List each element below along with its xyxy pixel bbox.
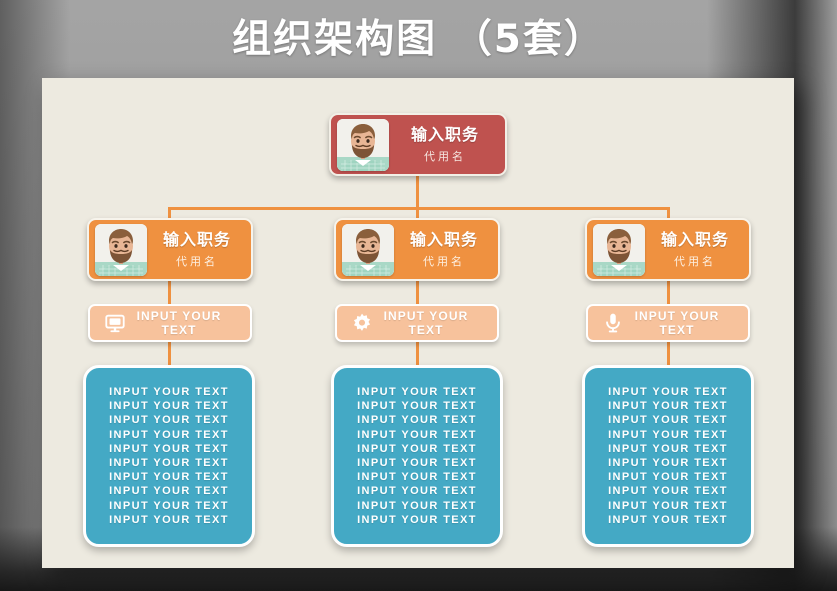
icon-bar-2-label: INPUT YOUR TEXT: [383, 309, 469, 337]
text-line: INPUT YOUR TEXT: [357, 471, 477, 484]
text-line: INPUT YOUR TEXT: [109, 485, 229, 498]
connector-col3-to-bar: [667, 281, 670, 306]
text-line: INPUT YOUR TEXT: [357, 485, 477, 498]
avatar: [342, 223, 394, 276]
icon-bar-3[interactable]: INPUT YOUR TEXT: [586, 304, 750, 342]
org-node-level2-1[interactable]: 输入职务 代用名: [87, 218, 253, 281]
connector-col1-to-bar: [168, 281, 171, 306]
org-node-root-title: 输入职务: [410, 125, 479, 144]
org-node-level2-2-title: 输入职务: [409, 230, 478, 249]
icon-bar-3-label: INPUT YOUR TEXT: [634, 309, 720, 337]
org-node-level2-3-title: 输入职务: [660, 230, 729, 249]
text-line: INPUT YOUR TEXT: [608, 385, 728, 398]
text-line: INPUT YOUR TEXT: [109, 513, 229, 526]
text-line: INPUT YOUR TEXT: [608, 457, 728, 469]
text-line: INPUT YOUR TEXT: [608, 400, 728, 413]
org-node-level2-2[interactable]: 输入职务 代用名: [334, 218, 500, 281]
connector-root-down: [416, 176, 419, 210]
org-node-level2-1-text: 输入职务 代用名: [147, 230, 251, 269]
org-chart-panel: 输入职务 代用名 输入职务 代用名 输入职务 代用名 输入职务 代用名 INPU…: [42, 78, 794, 568]
connector-col2-to-bar: [416, 281, 419, 306]
text-line: INPUT YOUR TEXT: [608, 485, 728, 498]
connector-bar2-to-block: [416, 342, 419, 365]
connector-bar1-to-block: [168, 342, 171, 365]
text-line: INPUT YOUR TEXT: [109, 499, 229, 512]
avatar: [337, 118, 389, 171]
org-node-level2-1-subtitle: 代用名: [176, 255, 218, 268]
org-node-level2-3-subtitle: 代用名: [674, 255, 716, 268]
text-line: INPUT YOUR TEXT: [357, 457, 477, 469]
text-line: INPUT YOUR TEXT: [357, 414, 477, 427]
avatar: [593, 223, 645, 276]
avatar: [95, 223, 147, 276]
connector-horizontal-bus: [168, 207, 670, 210]
text-line: INPUT YOUR TEXT: [109, 471, 229, 484]
text-line: INPUT YOUR TEXT: [109, 457, 229, 469]
text-line: INPUT YOUR TEXT: [357, 442, 477, 455]
text-block-1[interactable]: INPUT YOUR TEXT INPUT YOUR TEXT INPUT YO…: [83, 365, 255, 547]
icon-bar-1[interactable]: INPUT YOUR TEXT: [88, 304, 252, 342]
page-title: 组织架构图 （5套）: [232, 17, 605, 62]
text-line: INPUT YOUR TEXT: [109, 385, 229, 398]
org-node-level2-2-text: 输入职务 代用名: [394, 230, 498, 269]
text-line: INPUT YOUR TEXT: [608, 471, 728, 484]
text-line: INPUT YOUR TEXT: [109, 400, 229, 413]
text-line: INPUT YOUR TEXT: [608, 442, 728, 455]
org-node-level2-1-title: 输入职务: [162, 230, 231, 249]
org-node-root[interactable]: 输入职务 代用名: [329, 113, 507, 176]
text-line: INPUT YOUR TEXT: [608, 499, 728, 512]
text-block-2[interactable]: INPUT YOUR TEXT INPUT YOUR TEXT INPUT YO…: [331, 365, 503, 547]
text-line: INPUT YOUR TEXT: [109, 442, 229, 455]
gear-icon: [351, 312, 373, 334]
org-node-level2-2-subtitle: 代用名: [423, 255, 465, 268]
text-line: INPUT YOUR TEXT: [357, 385, 477, 398]
text-line: INPUT YOUR TEXT: [357, 400, 477, 413]
text-line: INPUT YOUR TEXT: [357, 499, 477, 512]
text-line: INPUT YOUR TEXT: [608, 414, 728, 427]
text-line: INPUT YOUR TEXT: [357, 513, 477, 526]
text-block-3[interactable]: INPUT YOUR TEXT INPUT YOUR TEXT INPUT YO…: [582, 365, 754, 547]
org-node-level2-3[interactable]: 输入职务 代用名: [585, 218, 751, 281]
text-line: INPUT YOUR TEXT: [357, 428, 477, 441]
org-node-level2-3-text: 输入职务 代用名: [645, 230, 749, 269]
microphone-icon: [602, 312, 624, 334]
org-node-root-subtitle: 代用名: [424, 150, 466, 163]
icon-bar-2[interactable]: INPUT YOUR TEXT: [335, 304, 499, 342]
org-node-root-text: 输入职务 代用名: [389, 125, 505, 164]
text-line: INPUT YOUR TEXT: [608, 513, 728, 526]
connector-bar3-to-block: [667, 342, 670, 365]
text-line: INPUT YOUR TEXT: [608, 428, 728, 441]
monitor-icon: [104, 312, 126, 334]
text-line: INPUT YOUR TEXT: [109, 428, 229, 441]
icon-bar-1-label: INPUT YOUR TEXT: [136, 309, 222, 337]
text-line: INPUT YOUR TEXT: [109, 414, 229, 427]
